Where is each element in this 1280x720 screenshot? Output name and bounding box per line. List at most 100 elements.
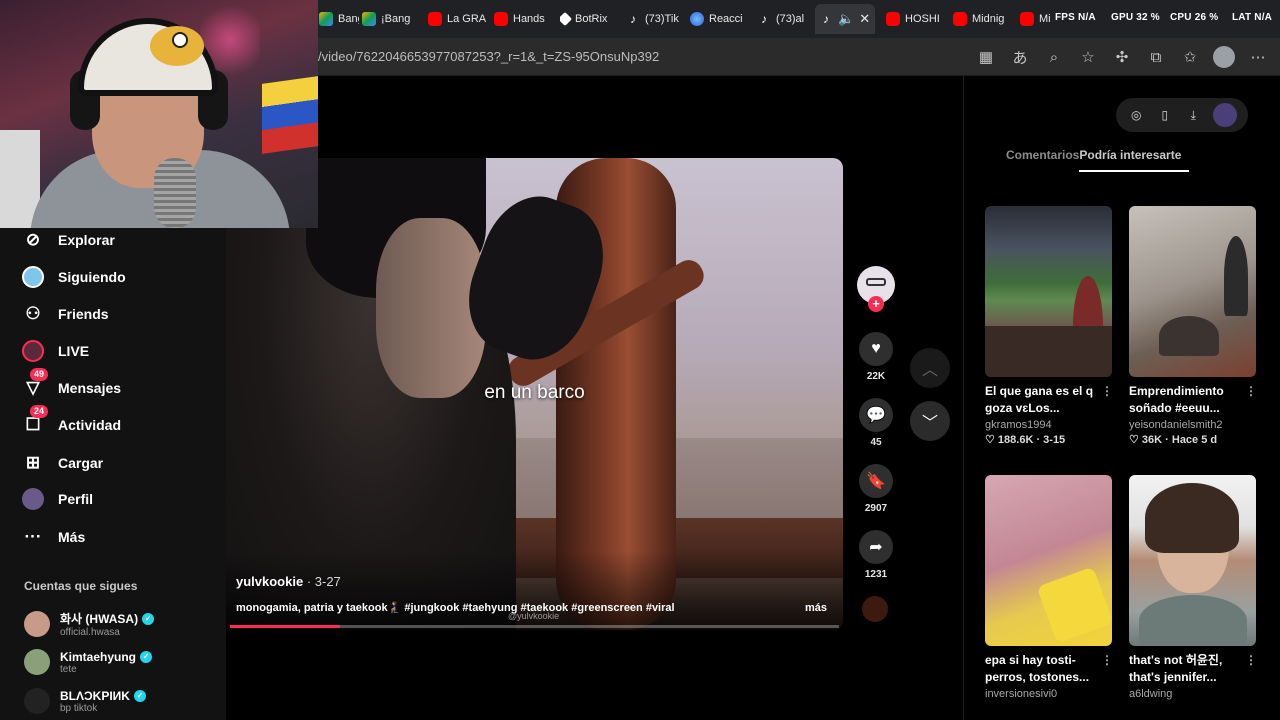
comment-button[interactable]: 💬 <box>859 398 893 432</box>
video-thumbnail[interactable] <box>985 475 1112 646</box>
sidebar-item-perfil[interactable]: Perfil <box>20 485 93 513</box>
account-name: 화사 (HWASA) <box>60 612 139 626</box>
comment-count: 45 <box>870 437 882 448</box>
speaker-icon[interactable]: 🔈 <box>838 11 854 27</box>
card-menu-icon[interactable]: ⋮ <box>1101 383 1113 417</box>
browser-tab[interactable]: Mi <box>1020 6 1060 32</box>
browser-tab[interactable]: Reacci <box>690 6 750 32</box>
account-name: Kimtaehyung <box>60 649 137 664</box>
sidebar-item-label: Explorar <box>58 232 115 248</box>
card-menu-icon[interactable]: ⋮ <box>1245 383 1257 417</box>
previous-video-button[interactable]: ︿ <box>910 348 950 388</box>
messages-icon: ▽ 49 <box>20 368 49 401</box>
microphone-image <box>154 158 196 228</box>
account-handle: official.hwasa <box>60 627 120 638</box>
favorites-icon[interactable]: ✩ <box>1178 45 1202 69</box>
followed-account[interactable]: Kimtaehyung ✓ tete <box>24 649 153 675</box>
video-date: · 3-27 <box>306 574 341 589</box>
split-screen-icon[interactable]: ⧉ <box>1144 45 1168 69</box>
suggested-card[interactable]: Emprendimiento soñado #eeuu... ⋮ yeisonda… <box>1129 206 1257 446</box>
tab-suggested[interactable]: Podría interesarte <box>1079 148 1190 172</box>
browser-tab[interactable]: Hands <box>494 6 552 32</box>
profile-icon[interactable] <box>1212 45 1236 69</box>
account-avatar[interactable] <box>1212 103 1237 127</box>
followed-account[interactable]: 화사 (HWASA) ✓ official.hwasa <box>24 610 155 638</box>
youtube-icon <box>953 12 967 26</box>
gpu-readout: GPU 32 % <box>1111 12 1160 23</box>
creator-avatar[interactable]: + <box>854 266 898 312</box>
like-button[interactable]: ♥ <box>859 332 893 366</box>
card-stats: ♡ 188.6K · 3-15 <box>985 434 1066 446</box>
video-player[interactable]: en un barco yulvkookie · 3-27 monogamia,… <box>226 158 843 630</box>
lat-readout: LAT N/A <box>1232 12 1273 23</box>
verified-icon: ✓ <box>133 689 146 702</box>
followed-account[interactable]: BLΛƆKPIИK ✓ bp tiktok <box>24 688 146 714</box>
sidebar-item-mensajes[interactable]: ▽ 49 Mensajes <box>20 368 121 402</box>
author-name[interactable]: yulvkookie <box>236 574 303 589</box>
image-icon <box>362 12 376 26</box>
tab-label: HOSHI <box>905 13 940 25</box>
close-icon[interactable]: ✕ <box>859 11 870 27</box>
translate-icon[interactable]: あ <box>1008 45 1032 69</box>
suggested-card[interactable]: El que gana es el q goza vɛLos... ⋮ gkram… <box>985 206 1113 446</box>
activity-icon: ☐ 24 <box>20 405 49 438</box>
browser-tab[interactable]: La GRA <box>428 6 488 32</box>
suggested-card[interactable]: that's not 허윤진, that's jennifer... ⋮ a6ld… <box>1129 475 1257 700</box>
sidebar-item-label: Friends <box>58 306 109 322</box>
youtube-icon <box>1020 12 1034 26</box>
sidebar-item-ms[interactable]: ··· Más <box>20 523 86 551</box>
following-icon <box>20 264 46 290</box>
comment-icon: 💬 <box>866 407 886 424</box>
menu-icon[interactable]: ⋯ <box>1246 45 1270 69</box>
video-thumbnail[interactable] <box>1129 206 1256 377</box>
chevron-down-icon: ﹀ <box>921 415 938 432</box>
sidebar-item-cargar[interactable]: ⊞ Cargar <box>20 449 103 477</box>
progress-bar[interactable] <box>230 625 839 628</box>
tab-label: (73)al <box>776 13 805 25</box>
tab-comments[interactable]: Comentarios <box>1006 148 1079 172</box>
video-thumbnail[interactable] <box>1129 475 1256 646</box>
sidebar-item-actividad[interactable]: ☐ 24 Actividad <box>20 405 121 439</box>
url-field[interactable]: /video/7622046653977087253?_r=1&_t=ZS-95… <box>318 49 659 64</box>
card-title: that's not 허윤진, that's jennifer... <box>1129 653 1223 684</box>
device-icon[interactable]: ▯ <box>1156 106 1174 124</box>
sidebar-item-siguiendo[interactable]: Siguiendo <box>20 263 126 291</box>
tab-active-tiktok[interactable]: ♪ 🔈 ✕ <box>815 4 875 34</box>
browser-tab[interactable]: BotRix <box>560 6 616 32</box>
card-author[interactable]: gkramos1994 <box>985 419 1113 431</box>
browser-tab[interactable]: ♪ (73)Tik <box>626 6 684 32</box>
next-video-button[interactable]: ﹀ <box>910 401 950 441</box>
video-thumbnail[interactable] <box>985 206 1112 377</box>
save-button[interactable]: 🔖 <box>859 464 893 498</box>
browser-tab[interactable]: Bang s <box>319 6 359 32</box>
more-icon: ··· <box>24 527 42 546</box>
browser-tab[interactable]: ♪ (73)al <box>757 6 813 32</box>
zoom-icon[interactable]: ⌕ <box>1042 45 1066 69</box>
speed-icon[interactable]: ◎ <box>1127 106 1145 124</box>
browser-tab[interactable]: HOSHI <box>886 6 944 32</box>
sidebar-item-live[interactable]: LIVE <box>20 337 89 365</box>
card-menu-icon[interactable]: ⋮ <box>1101 652 1113 686</box>
suggested-card[interactable]: epa si hay tosti-perros, tostones... ⋮ in… <box>985 475 1113 700</box>
browser-tab[interactable]: ¡Bang <box>362 6 420 32</box>
browser-tab[interactable]: Midnig <box>953 6 1009 32</box>
more-button[interactable]: más <box>805 602 827 614</box>
card-title: Emprendimiento soñado #eeuu... <box>1129 384 1224 415</box>
card-title: El que gana es el q goza vɛLos... <box>985 384 1094 415</box>
card-author[interactable]: yeisondanielsmith2 <box>1129 419 1257 431</box>
card-author[interactable]: inversionesivi0 <box>985 688 1113 700</box>
share-button[interactable]: ➦ <box>859 530 893 564</box>
favorite-star-icon[interactable]: ☆ <box>1076 45 1100 69</box>
sidebar-item-label: Más <box>58 529 86 545</box>
sidebar-item-explorar[interactable]: ⊘ Explorar <box>20 226 115 254</box>
avatar <box>24 611 50 637</box>
app-available-icon[interactable]: ▦ <box>974 45 998 69</box>
card-author[interactable]: a6ldwing <box>1129 688 1257 700</box>
video-author[interactable]: yulvkookie · 3-27 <box>236 574 341 589</box>
sound-disc-icon[interactable] <box>862 596 888 622</box>
follow-plus-icon[interactable]: + <box>868 296 884 312</box>
sidebar-item-friends[interactable]: ⚇ Friends <box>20 300 109 328</box>
card-menu-icon[interactable]: ⋮ <box>1245 652 1257 686</box>
extensions-icon[interactable]: ✣ <box>1110 45 1134 69</box>
download-icon[interactable]: ⤓ <box>1184 106 1202 124</box>
